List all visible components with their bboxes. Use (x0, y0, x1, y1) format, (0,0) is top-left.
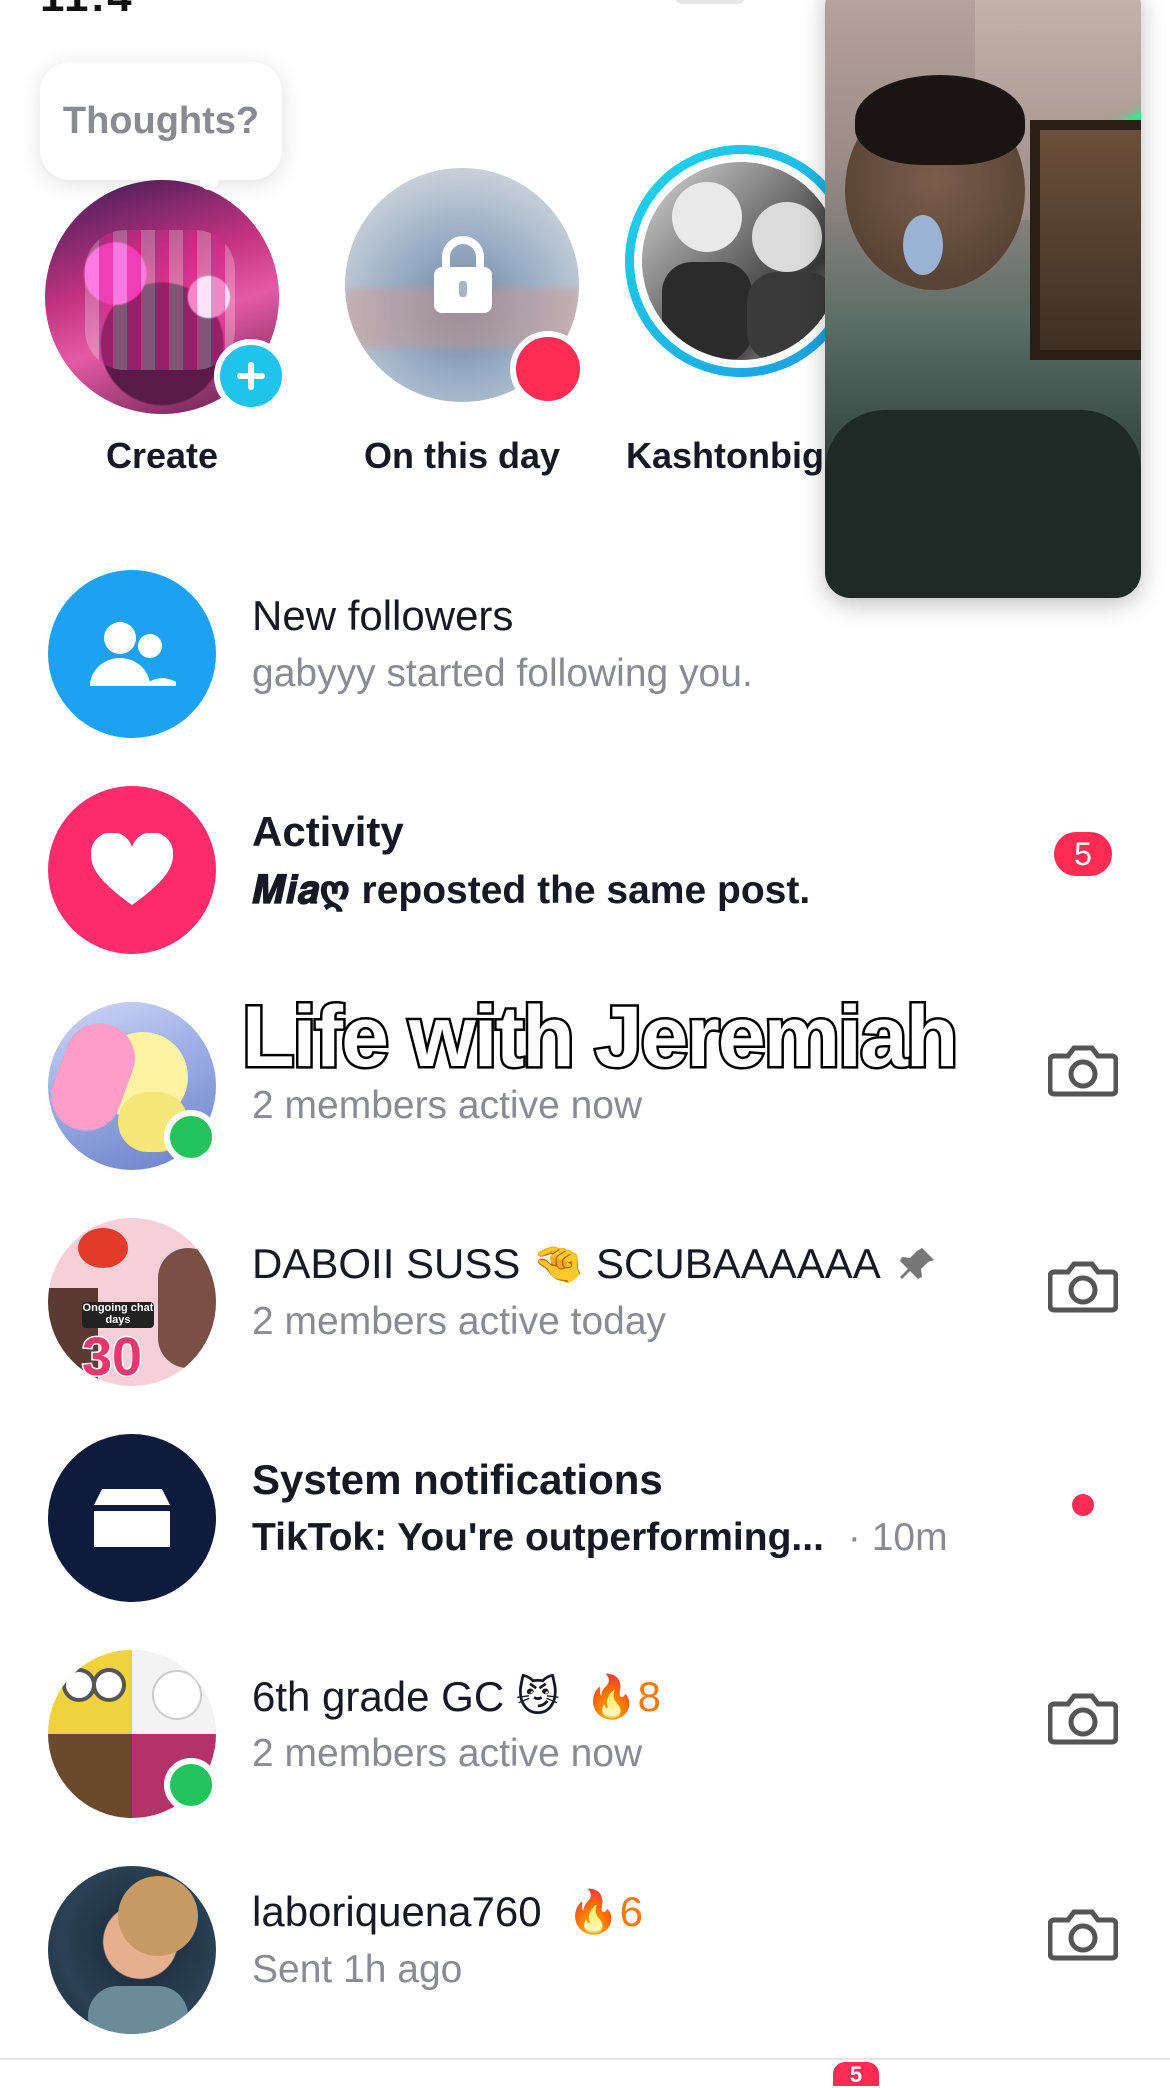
row-title: DABOII SUSS 🤏 SCUBAAAAAA (252, 1240, 936, 1289)
camera-icon[interactable] (1048, 1906, 1118, 1962)
activity-avatar (48, 786, 216, 954)
row-subtitle: Sent 1h ago (252, 1948, 463, 1991)
new-followers-avatar (48, 570, 216, 738)
heart-icon (91, 833, 173, 905)
wall-frame (1030, 120, 1141, 360)
row-subtitle: TikTok: You're outperforming... · 10m (252, 1516, 948, 1560)
person-hair (855, 75, 1025, 165)
video-call-pip[interactable] (825, 0, 1141, 598)
status-time: 11:4 (40, 0, 134, 22)
row-subtitle: gabyyy started following you. (252, 652, 753, 695)
fire-icon: 🔥 (567, 1888, 620, 1935)
laboriquena-avatar (48, 1866, 216, 2034)
person-tongue (903, 215, 943, 275)
activity-text: reposted the same post. (350, 869, 811, 912)
fire-icon: 🔥 (585, 1673, 638, 1720)
row-subtitle: 2 members active now (252, 1084, 643, 1127)
notification-time: · 10m (847, 1516, 948, 1559)
row-title-text: DABOII SUSS 🤏 SCUBAAAAAA (252, 1240, 879, 1287)
list-item-system-notifications[interactable]: System notifications TikTok: You're outp… (0, 1392, 1170, 1608)
streak-count: 8 (637, 1673, 661, 1720)
inbox-nav-badge: 5 (833, 2062, 879, 2087)
new-memory-dot (510, 331, 586, 407)
activity-user: 𝑴𝒊𝒂ღ (252, 869, 351, 912)
streak-count: 6 (619, 1888, 643, 1935)
notification-preview: TikTok: You're outperforming... (252, 1516, 824, 1559)
row-title: laboriquena760 🔥6 (252, 1888, 643, 1937)
chat-days-label: Ongoing chat days (82, 1302, 154, 1328)
pin-icon (900, 1248, 935, 1279)
row-title: New followers (252, 592, 514, 639)
row-title: Activity (252, 808, 404, 855)
online-indicator (164, 1110, 218, 1164)
daboii-avatar: Ongoing chat days 30 (48, 1218, 216, 1386)
people-icon (90, 622, 176, 686)
lock-icon (428, 229, 498, 319)
person-shirt (825, 410, 1141, 598)
thoughts-bubble-tail (200, 172, 218, 190)
row-subtitle: 2 members active today (252, 1300, 667, 1343)
unread-badge: 5 (1054, 832, 1112, 876)
online-indicator (164, 1758, 218, 1812)
list-item-daboii-suss[interactable]: Ongoing chat days 30 DABOII SUSS 🤏 SCUBA… (0, 1176, 1170, 1392)
row-title: System notifications (252, 1456, 663, 1503)
kashtonbigi-avatar (642, 162, 840, 360)
row-subtitle: 2 members active now (252, 1732, 643, 1775)
camera-icon[interactable] (1048, 1258, 1118, 1314)
row-title-text: laboriquena760 (252, 1888, 542, 1935)
bottom-nav-bar (0, 2058, 1170, 2082)
video-caption-overlay: Life with Jeremiah (239, 987, 960, 1088)
row-title-text: 6th grade GC 😼 (252, 1673, 560, 1720)
status-indicator (675, 0, 745, 4)
list-item-activity[interactable]: Activity 𝑴𝒊𝒂ღ reposted the same post. 5 (0, 744, 1170, 960)
plus-icon[interactable] (214, 339, 288, 413)
story-label-on-this-day: On this day (363, 435, 561, 476)
thoughts-prompt[interactable]: Thoughts? (40, 62, 282, 180)
list-item-laboriquena760[interactable]: laboriquena760 🔥6 Sent 1h ago (0, 1824, 1170, 2040)
row-title: 6th grade GC 😼 🔥8 (252, 1672, 661, 1722)
list-item-6th-grade-gc[interactable]: 6th grade GC 😼 🔥8 2 members active now (0, 1608, 1170, 1824)
chat-days-count: 30 (80, 1326, 143, 1387)
camera-icon[interactable] (1048, 1690, 1118, 1746)
inbox-icon (94, 1489, 170, 1547)
row-subtitle: 𝑴𝒊𝒂ღ reposted the same post. (252, 868, 810, 913)
story-label-create: Create (105, 435, 219, 476)
camera-icon[interactable] (1048, 1042, 1118, 1098)
system-avatar (48, 1434, 216, 1602)
unread-dot (1072, 1494, 1094, 1516)
